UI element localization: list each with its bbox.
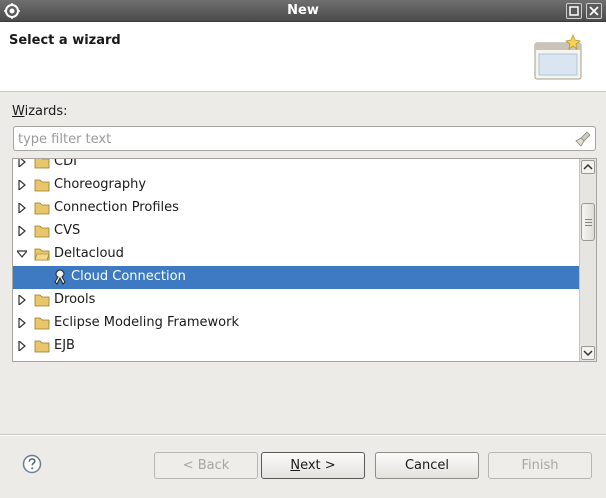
next-button[interactable]: Next > [261, 452, 365, 479]
folder-icon [34, 225, 50, 238]
filter-box [13, 126, 596, 151]
tree-item-connection-profiles[interactable]: Connection Profiles [13, 197, 579, 220]
chevron-up-icon [583, 163, 593, 170]
tree-item-label: Cloud Connection [71, 269, 186, 284]
tree-item-label: EJB [54, 338, 75, 353]
expand-icon[interactable] [17, 295, 27, 305]
tree-item-label: Eclipse Modeling Framework [54, 315, 239, 330]
scroll-thumb[interactable] [581, 203, 595, 241]
wizard-tree[interactable]: CDI Choreography Connection Profiles CVS… [12, 158, 597, 362]
tree-item-cvs[interactable]: CVS [13, 220, 579, 243]
clear-filter-icon[interactable] [575, 131, 591, 147]
tree-item-choreography[interactable]: Choreography [13, 174, 579, 197]
cancel-button[interactable]: Cancel [375, 452, 479, 479]
finish-button[interactable]: Finish [488, 452, 592, 479]
tree-item-cloud-connection[interactable]: Cloud Connection [13, 266, 579, 289]
expand-icon[interactable] [17, 158, 27, 167]
tree-item-label: Choreography [54, 177, 147, 192]
vertical-scrollbar[interactable] [579, 159, 596, 361]
filter-input[interactable] [18, 130, 568, 148]
cloud-connection-icon [54, 269, 66, 285]
tree-item-drools[interactable]: Drools [13, 289, 579, 312]
close-icon [589, 6, 599, 16]
scroll-down-button[interactable] [581, 346, 595, 360]
tree-item-label: CVS [54, 223, 81, 238]
open-folder-icon [34, 248, 50, 261]
grip-line [585, 225, 592, 226]
page-title: Select a wizard [9, 33, 121, 48]
grip-line [585, 222, 592, 223]
close-button[interactable] [586, 3, 602, 19]
collapse-icon[interactable] [17, 249, 27, 259]
folder-icon [34, 179, 50, 192]
folder-icon [34, 340, 50, 353]
tree-item-eclipse-modeling-framework[interactable]: Eclipse Modeling Framework [13, 312, 579, 335]
tree-item-label: Drools [54, 292, 96, 307]
title-bar: New [0, 0, 606, 22]
expand-icon[interactable] [17, 180, 27, 190]
new-wizard-icon [534, 33, 582, 80]
window-title: New [287, 3, 319, 18]
tree-item-cdi[interactable]: CDI [13, 158, 579, 174]
expand-icon[interactable] [17, 226, 27, 236]
grip-line [585, 219, 592, 220]
tree-item-label: CDI [54, 158, 77, 169]
expand-icon[interactable] [17, 203, 27, 213]
tree-item-ejb[interactable]: EJB [13, 335, 579, 358]
wizard-header: Select a wizard [0, 22, 606, 92]
expand-icon[interactable] [17, 341, 27, 351]
tree-item-deltacloud[interactable]: Deltacloud [13, 243, 579, 266]
chevron-down-icon [583, 350, 593, 357]
scroll-up-button[interactable] [581, 160, 595, 174]
tree-rows: CDI Choreography Connection Profiles CVS… [13, 158, 579, 358]
tree-item-label: Connection Profiles [54, 200, 179, 215]
maximize-icon [569, 6, 579, 16]
folder-icon [34, 202, 50, 215]
tree-item-label: Deltacloud [54, 246, 124, 261]
expand-icon[interactable] [17, 318, 27, 328]
wizards-label: Wizards: [12, 104, 68, 119]
maximize-button[interactable] [566, 3, 582, 19]
folder-icon [34, 159, 50, 169]
footer-separator [0, 434, 606, 436]
folder-icon [34, 317, 50, 330]
help-icon[interactable] [22, 454, 42, 474]
folder-icon [34, 294, 50, 307]
back-button[interactable]: < Back [154, 452, 258, 479]
